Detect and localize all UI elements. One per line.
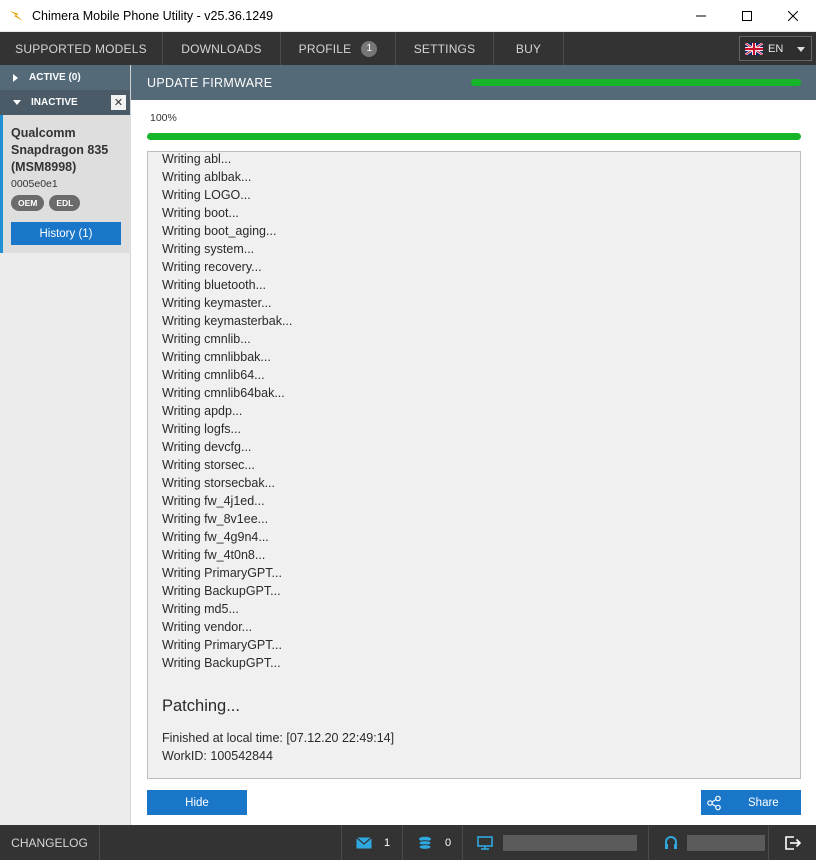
log-line: Writing PrimaryGPT...: [162, 566, 282, 580]
log-line: Writing recovery...: [162, 260, 262, 274]
app-logo-icon: [10, 10, 23, 21]
log-list: Writing abl... Writing ablbak... Writing L…: [162, 152, 293, 672]
device-name-line1: Qualcomm: [11, 126, 76, 140]
active-section-header[interactable]: ACTIVE (0): [0, 65, 130, 90]
uk-flag-icon: [745, 42, 763, 55]
work-id: WorkID: 100542844: [162, 749, 273, 763]
log-line: Writing cmnlibbak...: [162, 350, 271, 364]
language-select[interactable]: EN: [739, 36, 812, 61]
main-progress-bar: [147, 133, 801, 140]
progress-percent-label: 100%: [150, 112, 177, 124]
share-button[interactable]: Share: [701, 790, 801, 815]
log-line: Writing PrimaryGPT...: [162, 638, 282, 652]
log-line: Writing vendor...: [162, 620, 253, 634]
log-line: Writing abl...: [162, 152, 232, 166]
log-line: Writing fw_8v1ee...: [162, 512, 269, 526]
top-nav: SUPPORTED MODELS DOWNLOADS PROFILE 1 SET…: [0, 32, 816, 65]
log-line: Writing cmnlib64bak...: [162, 386, 285, 400]
messages-indicator[interactable]: 1: [341, 825, 402, 860]
share-icon: [707, 795, 721, 810]
log-line: Writing logfs...: [162, 422, 241, 436]
sidebar: ACTIVE (0) INACTIVE ✕ Qualcomm Snapdrago…: [0, 65, 131, 825]
logout-button[interactable]: [768, 825, 816, 860]
changelog-button[interactable]: CHANGELOG: [0, 825, 100, 860]
log-line: Writing ablbak...: [162, 170, 252, 184]
history-button[interactable]: History (1): [11, 222, 121, 245]
log-line: Writing BackupGPT...: [162, 584, 281, 598]
active-section-label: ACTIVE (0): [29, 72, 81, 83]
device-name-line3: (MSM8998): [11, 160, 77, 174]
nav-supported-models[interactable]: SUPPORTED MODELS: [0, 32, 163, 65]
credits-indicator[interactable]: 0: [402, 825, 462, 860]
nav-downloads[interactable]: DOWNLOADS: [163, 32, 281, 65]
user-indicator[interactable]: [648, 825, 768, 860]
expand-right-icon: [13, 73, 18, 82]
log-line: Writing fw_4g9n4...: [162, 530, 269, 544]
nav-settings[interactable]: SETTINGS: [396, 32, 494, 65]
inactive-section-header[interactable]: INACTIVE ✕: [0, 90, 130, 115]
log-line: Writing keymaster...: [162, 296, 272, 310]
collapse-down-icon: [13, 100, 21, 105]
log-line: Writing devcfg...: [162, 440, 252, 454]
nav-profile-label: PROFILE: [298, 41, 352, 56]
log-line: Writing cmnlib64...: [162, 368, 265, 382]
maximize-icon: [742, 11, 752, 21]
device-card[interactable]: Qualcomm Snapdragon 835 (MSM8998) 0005e0…: [0, 115, 131, 253]
footer-bar: CHANGELOG 1 0: [0, 825, 816, 860]
credits-count: 0: [445, 836, 452, 849]
log-output[interactable]: Writing abl... Writing ablbak... Writing L…: [147, 151, 801, 779]
device-name-line2: Snapdragon 835: [11, 143, 109, 157]
maximize-button[interactable]: [724, 0, 770, 32]
close-icon: [788, 11, 798, 21]
device-id: 0005e0e1: [11, 178, 58, 190]
log-line: Writing cmnlib...: [162, 332, 251, 346]
log-line: Writing LOGO...: [162, 188, 251, 202]
minimize-button[interactable]: [678, 0, 724, 32]
minimize-icon: [696, 15, 706, 17]
log-line: Writing BackupGPT...: [162, 656, 281, 670]
profile-badge: 1: [361, 40, 378, 57]
share-label: Share: [748, 796, 779, 809]
log-line: Writing storsecbak...: [162, 476, 276, 490]
computer-name-redacted: [503, 834, 637, 851]
title-bar: Chimera Mobile Phone Utility - v25.36.12…: [0, 0, 816, 32]
clear-inactive-icon[interactable]: ✕: [111, 95, 126, 110]
close-button[interactable]: [770, 0, 816, 32]
finished-time: Finished at local time: [07.12.20 22:49:…: [162, 731, 395, 745]
log-line: Writing system...: [162, 242, 255, 256]
messages-count: 1: [384, 836, 391, 849]
username-redacted: [687, 834, 765, 851]
language-value: EN: [768, 42, 784, 55]
tag-oem: OEM: [11, 195, 45, 211]
device-tags: OEM EDL: [11, 195, 131, 211]
page-title: UPDATE FIRMWARE: [147, 75, 273, 90]
nav-buy[interactable]: BUY: [494, 32, 564, 65]
coins-icon: [418, 836, 432, 850]
patching-status: Patching...: [162, 697, 240, 715]
log-line: Writing fw_4t0n8...: [162, 548, 266, 562]
log-line: Writing keymasterbak...: [162, 314, 293, 328]
main-header: UPDATE FIRMWARE: [131, 65, 816, 100]
hide-button[interactable]: Hide: [147, 790, 247, 815]
log-line: Writing boot...: [162, 206, 239, 220]
log-line: Writing apdp...: [162, 404, 243, 418]
inactive-section-label: INACTIVE: [31, 97, 78, 108]
headset-icon: [665, 835, 677, 849]
window-title: Chimera Mobile Phone Utility - v25.36.12…: [32, 8, 274, 23]
logout-icon: [784, 835, 801, 850]
nav-profile[interactable]: PROFILE 1: [281, 32, 396, 65]
tag-edl: EDL: [49, 195, 81, 211]
log-line: Writing bluetooth...: [162, 278, 266, 292]
monitor-icon: [477, 835, 493, 850]
header-progress-bar: [471, 79, 801, 86]
chevron-down-icon: [797, 47, 805, 52]
mail-icon: [356, 836, 372, 848]
log-line: Writing storsec...: [162, 458, 255, 472]
log-line: Writing fw_4j1ed...: [162, 494, 265, 508]
log-line: Writing md5...: [162, 602, 239, 616]
log-line: Writing boot_aging...: [162, 224, 277, 238]
computer-indicator[interactable]: [462, 825, 648, 860]
